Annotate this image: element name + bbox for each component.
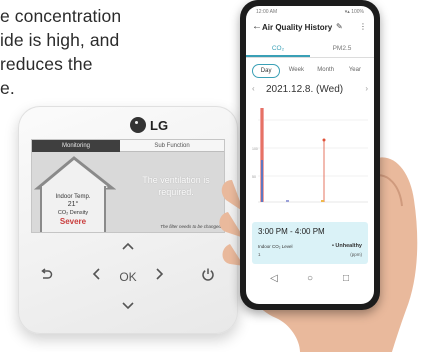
hour-bar	[321, 200, 324, 202]
y-tick-label: 50	[252, 175, 256, 179]
prev-date-icon[interactable]: ‹	[252, 84, 255, 93]
smartphone: 12:00 AM ▾▴ 100% ← Air Quality History ✎…	[240, 0, 380, 310]
cursor-point	[322, 138, 326, 142]
y-tick-label: 100	[252, 147, 258, 151]
app-header: ← Air Quality History ✎ ⋮	[246, 20, 374, 36]
nav-back-icon[interactable]: ◁	[266, 273, 282, 284]
page-title: Air Quality History	[262, 23, 333, 32]
period-selector: Day Week Month Year	[252, 64, 368, 78]
hour-range: 3:00 PM - 4:00 PM	[258, 227, 325, 236]
status-signal: ▾▴ 100%	[344, 9, 364, 15]
tabs-divider	[246, 57, 374, 58]
nav-recent-icon[interactable]: □	[338, 273, 354, 284]
period-month[interactable]: Month	[313, 64, 339, 78]
next-date-icon[interactable]: ›	[365, 84, 368, 93]
pollutant-tabs: CO₂ PM2.5	[246, 43, 374, 57]
selected-date: 2021.12.8. (Wed)	[266, 84, 344, 95]
phone-screen: 12:00 AM ▾▴ 100% ← Air Quality History ✎…	[246, 6, 374, 304]
hour-bar	[286, 200, 289, 202]
status-time: 12:00 AM	[256, 9, 278, 15]
air-quality-status: • Unhealthy	[331, 243, 362, 249]
edit-icon[interactable]: ✎	[336, 22, 343, 31]
period-day[interactable]: Day	[252, 64, 281, 78]
hour-detail-card: 3:00 PM - 4:00 PM Indoor CO₂ Level • Unh…	[252, 222, 368, 264]
back-arrow-icon[interactable]: ←	[252, 21, 262, 32]
co2-level-value: 1	[258, 252, 261, 257]
tab-pm25[interactable]: PM2.5	[310, 43, 374, 57]
tab-co2[interactable]: CO₂	[246, 43, 310, 57]
period-year[interactable]: Year	[342, 64, 368, 78]
co2-level-label: Indoor CO₂ Level	[258, 244, 293, 249]
date-navigator: ‹ 2021.12.8. (Wed) ›	[246, 82, 374, 98]
co2-level-unit: (ppm)	[350, 252, 362, 257]
period-week[interactable]: Week	[283, 64, 309, 78]
co2-history-chart[interactable]: 100 50	[250, 102, 370, 214]
android-nav-bar: ◁ ○ □	[246, 270, 374, 294]
nav-home-icon[interactable]: ○	[302, 273, 318, 284]
more-icon[interactable]: ⋮	[359, 22, 367, 31]
status-bar: 12:00 AM ▾▴ 100%	[246, 6, 374, 18]
